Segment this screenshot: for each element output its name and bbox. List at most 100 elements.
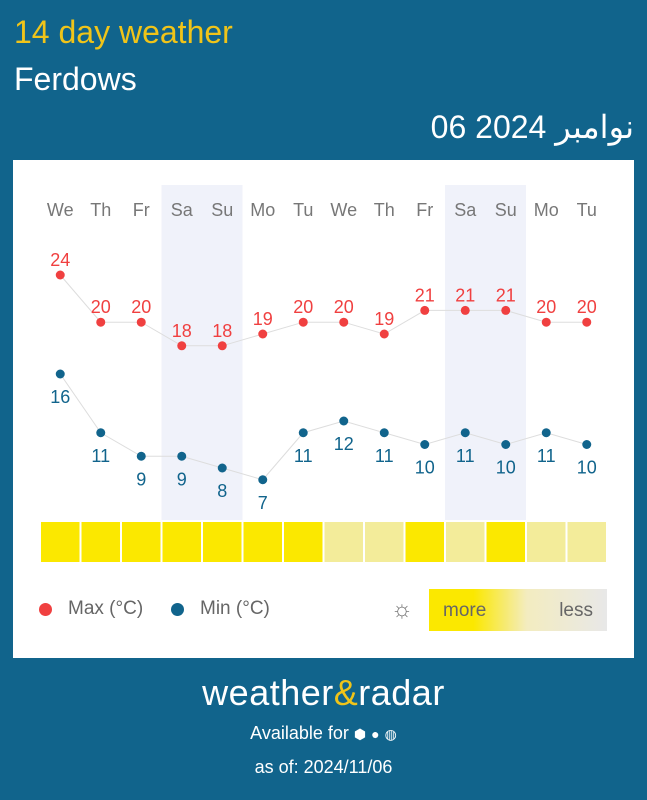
sunshine-scale: more less [429,589,607,631]
min-point [420,440,430,449]
scale-less-label: less [559,600,593,621]
max-point [379,329,389,339]
sunshine-cell [162,522,201,562]
min-point [582,440,592,449]
date-label: 06 نوامبر 2024 [430,109,634,145]
sunshine-cell [41,522,80,562]
day-label: Tu [577,200,597,220]
day-label: We [330,200,357,220]
sunshine-cell [284,522,323,562]
min-label: 12 [334,434,354,454]
min-label: 9 [177,469,187,489]
globe-icon[interactable]: ◍ [385,726,397,742]
day-label: Mo [534,200,559,220]
min-label: 11 [456,446,475,466]
max-point [55,270,65,280]
android-icon[interactable]: ⬢ [354,726,366,742]
temperature-chart: We Th Fr Sa Su Mo Tu We Th Fr Sa Su Mo Tu 24 20 20 18 18 19… [41,185,606,562]
min-point [55,369,65,379]
sunshine-cell [81,522,120,562]
min-point [217,463,227,473]
min-label: 11 [537,446,556,466]
min-point [379,428,389,438]
sunshine-cell [527,522,566,562]
min-label: 16 [50,387,70,407]
legend-min-label: Min (°C) [200,598,270,619]
sun-icon: ☼ [391,596,413,623]
max-label: 18 [172,321,192,341]
legend-max: Max (°C) [39,598,143,620]
min-label: 8 [217,481,227,501]
as-of-date: as of: 2024/11/06 [254,757,393,777]
sunshine-cell [405,522,444,562]
min-point [258,475,268,485]
day-label: Su [211,200,233,220]
sunshine-cell [365,522,404,562]
max-point [541,317,551,327]
apple-icon[interactable]: ● [371,726,379,742]
sunshine-cell [446,522,485,562]
min-point [96,428,106,438]
location-name: Ferdows [14,61,137,97]
min-label: 11 [375,446,394,466]
day-label: We [47,200,74,220]
max-label: 21 [415,285,435,305]
max-point [298,317,308,327]
min-label: 11 [91,446,110,466]
min-point [460,428,470,438]
max-label: 20 [293,297,313,317]
min-dot-icon [171,602,184,616]
max-label: 20 [91,297,111,317]
page-title: 14 day weather [14,14,233,50]
weekend-shade [445,185,486,520]
day-label: Mo [250,200,275,220]
sunshine-cell [324,522,363,562]
day-label: Th [90,200,111,220]
max-label: 18 [212,321,232,341]
min-point [177,451,187,461]
sunshine-cell [122,522,161,562]
max-point [258,329,268,339]
brand-logo: weather&radar [202,672,445,713]
min-point [136,451,146,461]
max-point [177,341,187,351]
max-point [339,317,349,327]
min-point [298,428,308,438]
min-point [541,428,551,438]
min-point [501,440,511,449]
forecast-card: We Th Fr Sa Su Mo Tu We Th Fr Sa Su Mo Tu 24 20 20 18 18 19… [13,160,634,658]
day-label: Fr [416,200,433,220]
max-point [136,317,146,327]
available-label: Available for [250,723,349,743]
min-label: 10 [496,458,516,478]
sunshine-cell [243,522,282,562]
legend-min: Min (°C) [171,598,270,620]
max-label: 20 [536,297,556,317]
max-label: 20 [577,297,597,317]
available-for: Available for ⬢ ● ◍ [0,723,647,744]
min-point [339,416,349,426]
max-label: 20 [131,297,151,317]
min-label: 11 [294,446,313,466]
day-label: Sa [454,200,477,220]
max-label: 21 [455,285,475,305]
max-point [420,305,430,315]
day-label: Sa [171,200,194,220]
sunshine-cell [203,522,242,562]
max-label: 19 [374,309,394,329]
max-point [96,317,106,327]
day-label: Su [495,200,517,220]
max-point [460,305,470,315]
scale-more-label: more [443,600,487,621]
day-label: Fr [133,200,150,220]
max-label: 19 [253,309,273,329]
day-label: Tu [293,200,313,220]
max-label: 24 [50,250,70,270]
max-label: 21 [496,285,516,305]
max-point [217,341,227,351]
max-point [501,305,511,315]
min-label: 10 [577,458,597,478]
min-label: 10 [415,458,435,478]
max-label: 20 [334,297,354,317]
sunshine-cell [567,522,606,562]
